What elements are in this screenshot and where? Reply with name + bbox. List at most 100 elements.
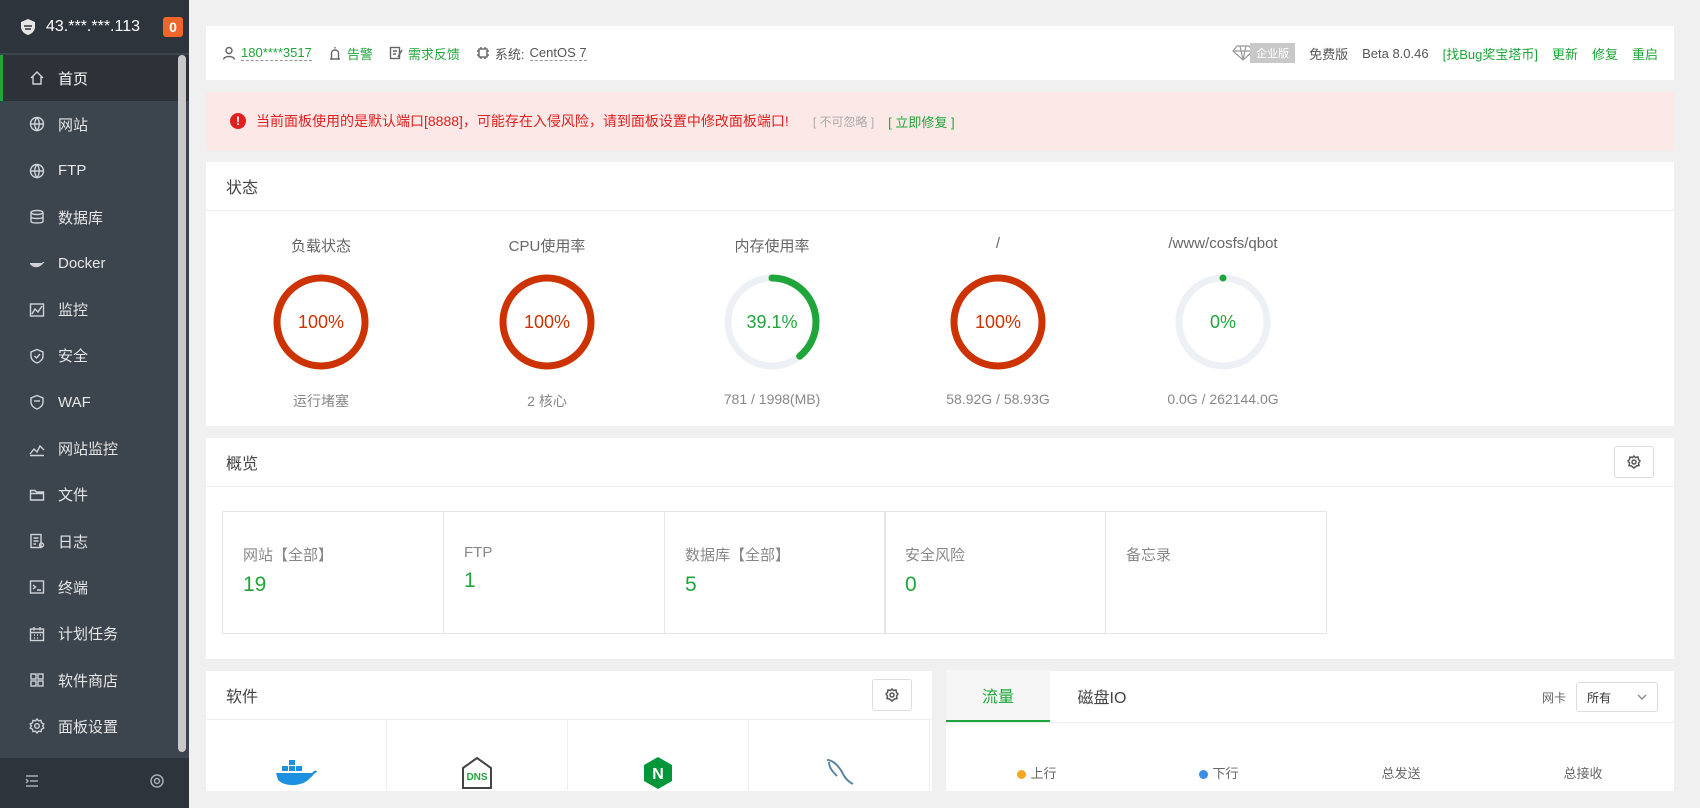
software-settings-button[interactable]	[872, 679, 912, 711]
nic-selector: 网卡 所有	[1542, 682, 1658, 712]
sidebar-item-14[interactable]: 面板设置	[0, 703, 189, 749]
settings-gear-icon[interactable]	[149, 773, 165, 794]
gauge-ring: 0%	[1175, 274, 1271, 370]
download-dot-icon	[1199, 770, 1209, 780]
sidebar-item-5[interactable]: 监控	[0, 286, 189, 332]
bug-reward-link[interactable]: [找Bug奖宝塔币]	[1443, 44, 1538, 63]
docker-icon	[276, 760, 317, 786]
calendar-icon	[28, 625, 46, 643]
gauge-ring: 100%	[950, 274, 1046, 370]
software-tile-nginx[interactable]: N	[568, 720, 749, 790]
gauge-4[interactable]: /www/cosfs/qbot 0% 0.0G / 262144.0G	[1128, 235, 1318, 407]
alarm-label: 告警	[346, 46, 373, 62]
gauge-0[interactable]: 负载状态 100% 运行堵塞	[226, 235, 416, 411]
alert-icon: !	[230, 113, 246, 129]
gear-icon	[885, 688, 899, 702]
traffic-card: 流量 磁盘IO 网卡 所有 上行 下行 总发送 总接收	[946, 670, 1674, 791]
alert-fix-link[interactable]: [ 立即修复 ]	[888, 112, 954, 131]
gauge-sub: 58.92G / 58.93G	[946, 391, 1050, 407]
grid-icon	[28, 671, 46, 689]
overview-box-0[interactable]: 网站【全部】 19	[222, 511, 444, 634]
terminal-icon	[28, 578, 46, 596]
notification-badge[interactable]: 0	[163, 17, 183, 37]
software-header: 软件	[206, 671, 932, 720]
legend-download-label: 下行	[1212, 766, 1239, 781]
gauge-value: 39.1%	[746, 312, 797, 332]
gauge-title: 内存使用率	[734, 238, 810, 255]
collapse-menu-icon[interactable]	[24, 773, 40, 794]
gauge-value: 0%	[1210, 312, 1236, 332]
software-tile-dns[interactable]: DNS	[387, 720, 568, 790]
sidebar-item-2[interactable]: FTP	[0, 148, 189, 194]
dns-text: DNS	[466, 772, 487, 783]
nic-select[interactable]: 所有	[1576, 682, 1658, 712]
gear-icon	[1627, 455, 1641, 469]
restart-link[interactable]: 重启	[1632, 44, 1658, 63]
gauge-3[interactable]: / 100% 58.92G / 58.93G	[903, 235, 1093, 407]
software-card: 软件 DNS N	[206, 671, 932, 791]
sidebar-scrollbar[interactable]	[178, 55, 186, 752]
system-info[interactable]: 系统: CentOS 7	[476, 44, 587, 63]
sidebar-item-1[interactable]: 网站	[0, 101, 189, 147]
feedback-link[interactable]: 需求反馈	[389, 44, 460, 63]
sidebar-item-8[interactable]: 网站监控	[0, 425, 189, 471]
tab-traffic[interactable]: 流量	[946, 670, 1050, 722]
upload-dot-icon	[1017, 770, 1027, 780]
sidebar-header[interactable]: 43.***.***.113 0	[0, 0, 189, 53]
sidebar-item-label: 日志	[58, 533, 89, 551]
sidebar-item-13[interactable]: 软件商店	[0, 657, 189, 703]
overview-box-2[interactable]: 数据库【全部】 5	[664, 511, 886, 634]
chip-icon	[476, 47, 489, 59]
software-tile-docker[interactable]	[206, 720, 387, 790]
alert-ignore-label: [ 不可忽略 ]	[812, 114, 875, 129]
overview-box-4[interactable]: 备忘录	[1105, 511, 1327, 634]
overview-card: 概览 网站【全部】 19 FTP 1 数据库【全部】 5 安全风险 0 备忘录	[206, 438, 1674, 659]
sidebar-item-0[interactable]: 首页	[0, 55, 189, 102]
repair-link[interactable]: 修复	[1592, 44, 1618, 63]
sidebar-item-9[interactable]: 文件	[0, 472, 189, 518]
sidebar-item-10[interactable]: 日志	[0, 518, 189, 564]
overview-value: 1	[464, 569, 476, 592]
legend-total-received: 总接收	[1563, 766, 1603, 781]
system-value: CentOS 7	[529, 45, 587, 61]
overview-value: 0	[905, 573, 917, 596]
sidebar-item-4[interactable]: Docker	[0, 240, 189, 286]
gear-icon	[28, 717, 46, 735]
overview-label: 网站【全部】	[243, 547, 334, 564]
gauge-sub: 运行堵塞	[293, 393, 349, 409]
log-icon	[28, 532, 46, 550]
user-phone[interactable]: 180****3517	[241, 45, 312, 61]
sidebar-item-11[interactable]: 终端	[0, 564, 189, 610]
gauge-title: /	[995, 235, 1001, 252]
sidebar-item-label: 网站	[58, 116, 89, 134]
user-icon	[222, 46, 236, 60]
sidebar: 43.***.***.113 0 首页网站 FTP 数据库 Docker 监控 安全 WAF…	[0, 0, 189, 808]
waf-shield-icon	[28, 393, 46, 411]
gauge-1[interactable]: CPU使用率 100% 2 核心	[452, 235, 642, 411]
status-gauges: 负载状态 100% 运行堵塞 CPU使用率 100% 2 核心 内存使用率 39.1% 781 …	[206, 211, 1674, 426]
gauge-2[interactable]: 内存使用率 39.1% 781 / 1998(MB)	[677, 235, 867, 407]
gauge-title: CPU使用率	[508, 238, 586, 255]
status-card: 状态 负载状态 100% 运行堵塞 CPU使用率 100% 2 核心 内存使用率 39.1% 7…	[206, 162, 1674, 426]
gauge-value: 100%	[298, 312, 344, 332]
overview-settings-button[interactable]	[1614, 446, 1654, 478]
database-icon	[28, 208, 46, 226]
sidebar-item-label: 软件商店	[58, 672, 119, 690]
tab-disk-io[interactable]: 磁盘IO	[1050, 670, 1154, 722]
legend-total-sent: 总发送	[1381, 766, 1421, 781]
overview-box-3[interactable]: 安全风险 0	[884, 511, 1106, 634]
alarm-link[interactable]: 告警	[328, 44, 373, 63]
update-link[interactable]: 更新	[1552, 44, 1578, 63]
sidebar-item-label: 首页	[58, 70, 89, 88]
traffic-legend: 上行 下行 总发送 总接收	[946, 763, 1674, 782]
sidebar-item-3[interactable]: 数据库	[0, 194, 189, 240]
sidebar-item-6[interactable]: 安全	[0, 333, 189, 379]
alarm-icon	[329, 47, 340, 60]
enterprise-badge[interactable]: 企业版	[1232, 43, 1296, 63]
overview-box-1[interactable]: FTP 1	[443, 511, 665, 634]
sidebar-item-12[interactable]: 计划任务	[0, 611, 189, 657]
sidebar-item-7[interactable]: WAF	[0, 379, 189, 425]
software-tile-mysql[interactable]	[749, 720, 930, 790]
ftp-globe-icon	[28, 162, 46, 180]
user-account[interactable]: 180****3517	[222, 45, 312, 61]
